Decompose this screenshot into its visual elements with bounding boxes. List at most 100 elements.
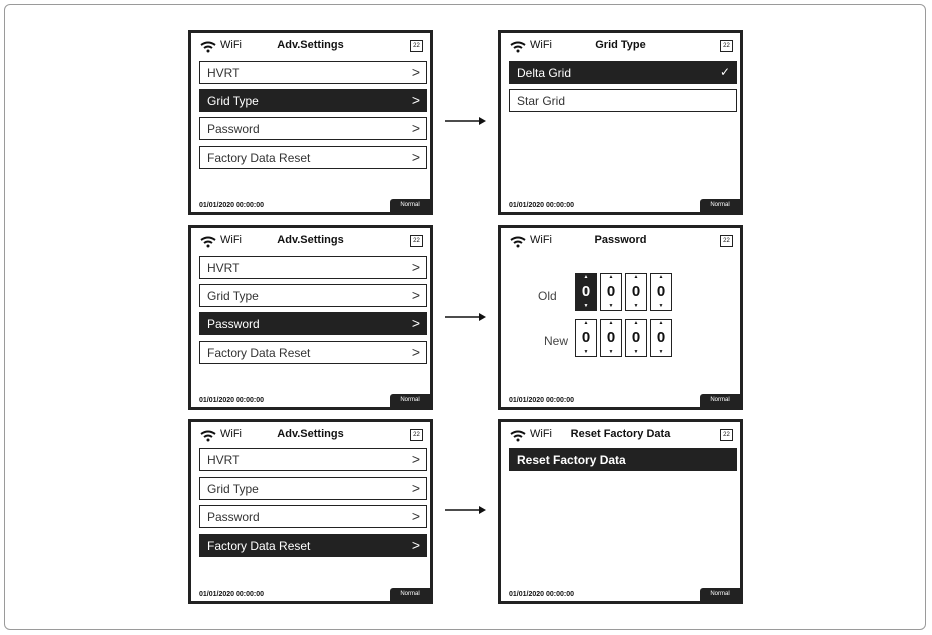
menu-item-password[interactable]: Password > — [199, 117, 427, 140]
menu-item-password[interactable]: Password > — [199, 505, 427, 528]
header: WiFi Grid Type 22 — [501, 33, 740, 61]
chevron-right-icon: > — [411, 315, 420, 331]
menu-item-grid-type[interactable]: Grid Type > — [199, 284, 427, 307]
chevron-right-icon: > — [411, 344, 420, 360]
menu-item-label: Grid Type — [207, 94, 259, 108]
header: WiFi Adv.Settings 22 — [191, 33, 430, 61]
password-screen: WiFi Password 22 Old ▲ 0 ▼ ▲ 0 ▼ ▲ 0 ▼ ▲ 0 ▼ New… — [498, 225, 743, 410]
badge-icon: 22 — [720, 40, 733, 52]
menu-item-label: Password — [207, 122, 260, 136]
old-digit-1[interactable]: ▲ 0 ▼ — [575, 273, 597, 311]
status-badge: Normal — [700, 588, 740, 601]
menu-item-label: HVRT — [207, 453, 240, 467]
menu-item-label: Grid Type — [207, 482, 259, 496]
screen-title: Adv.Settings — [277, 39, 344, 51]
digit-value: 0 — [606, 283, 616, 300]
status-badge: Normal — [700, 199, 740, 212]
menu-item-hvrt[interactable]: HVRT > — [199, 448, 427, 471]
reset-factory-data-screen: WiFi Reset Factory Data 22 Reset Factory… — [498, 419, 743, 604]
chevron-right-icon: > — [411, 64, 420, 80]
old-digit-4[interactable]: ▲ 0 ▼ — [650, 273, 672, 311]
chevron-right-icon: > — [411, 149, 420, 165]
menu-item-label: Password — [207, 510, 260, 524]
date-time: 01/01/2020 00:00:00 — [509, 591, 574, 598]
badge-icon: 22 — [410, 429, 423, 441]
arrow-up-icon: ▲ — [633, 320, 639, 326]
chevron-right-icon: > — [411, 259, 420, 275]
option-star-grid[interactable]: Star Grid — [509, 89, 737, 112]
check-icon: ✓ — [719, 65, 730, 79]
wifi-icon — [200, 236, 216, 248]
arrow-down-icon: ▼ — [583, 303, 589, 309]
menu-item-hvrt[interactable]: HVRT > — [199, 256, 427, 279]
menu-item-label: Factory Data Reset — [207, 151, 311, 165]
badge-icon: 22 — [410, 235, 423, 247]
chevron-right-icon: > — [411, 480, 420, 496]
arrow-up-icon: ▲ — [608, 320, 614, 326]
new-password-label: New — [544, 334, 569, 348]
option-label: Star Grid — [517, 94, 566, 108]
old-digit-2[interactable]: ▲ 0 ▼ — [600, 273, 622, 311]
arrow-down-icon: ▼ — [658, 303, 664, 309]
arrow-right-icon — [445, 313, 486, 321]
menu-item-factory-data-reset[interactable]: Factory Data Reset > — [199, 534, 427, 557]
arrow-up-icon: ▲ — [658, 320, 664, 326]
arrow-right-icon — [445, 506, 486, 514]
option-label: Delta Grid — [517, 66, 572, 80]
status-badge: Normal — [390, 199, 430, 212]
date-time: 01/01/2020 00:00:00 — [199, 591, 264, 598]
menu-item-password[interactable]: Password > — [199, 312, 427, 335]
chevron-right-icon: > — [411, 537, 420, 553]
status-badge: Normal — [390, 588, 430, 601]
grid-type-screen: WiFi Grid Type 22 Delta Grid ✓ Star Grid … — [498, 30, 743, 215]
arrow-down-icon: ▼ — [658, 349, 664, 355]
old-digit-3[interactable]: ▲ 0 ▼ — [625, 273, 647, 311]
digit-value: 0 — [581, 329, 591, 346]
footer: 01/01/2020 00:00:00 Normal — [501, 391, 740, 407]
date-time: 01/01/2020 00:00:00 — [199, 397, 264, 404]
wifi-icon — [510, 236, 526, 248]
wifi-icon — [200, 430, 216, 442]
wifi-icon — [200, 41, 216, 53]
new-digit-2[interactable]: ▲ 0 ▼ — [600, 319, 622, 357]
header: WiFi Reset Factory Data 22 — [501, 422, 740, 450]
menu-item-factory-data-reset[interactable]: Factory Data Reset > — [199, 341, 427, 364]
arrow-up-icon: ▲ — [658, 274, 664, 280]
menu-item-hvrt[interactable]: HVRT > — [199, 61, 427, 84]
new-digit-1[interactable]: ▲ 0 ▼ — [575, 319, 597, 357]
date-time: 01/01/2020 00:00:00 — [199, 202, 264, 209]
chevron-right-icon: > — [411, 508, 420, 524]
arrow-up-icon: ▲ — [583, 320, 589, 326]
header: WiFi Adv.Settings 22 — [191, 228, 430, 256]
arrow-down-icon: ▼ — [633, 349, 639, 355]
digit-value: 0 — [656, 329, 666, 346]
badge-icon: 22 — [720, 235, 733, 247]
new-digit-4[interactable]: ▲ 0 ▼ — [650, 319, 672, 357]
arrow-down-icon: ▼ — [608, 303, 614, 309]
wifi-icon — [510, 41, 526, 53]
menu-item-label: HVRT — [207, 261, 240, 275]
digit-value: 0 — [581, 283, 591, 300]
status-badge: Normal — [700, 394, 740, 407]
screen-title: Password — [594, 234, 647, 246]
option-delta-grid[interactable]: Delta Grid ✓ — [509, 61, 737, 84]
menu-item-label: Grid Type — [207, 289, 259, 303]
arrow-up-icon: ▲ — [608, 274, 614, 280]
menu-item-label: Factory Data Reset — [207, 346, 311, 360]
menu-item-factory-data-reset[interactable]: Factory Data Reset > — [199, 146, 427, 169]
reset-factory-data-button[interactable]: Reset Factory Data — [509, 448, 737, 471]
date-time: 01/01/2020 00:00:00 — [509, 202, 574, 209]
adv-settings-screen-2: WiFi Adv.Settings 22 HVRT > Grid Type > Pa… — [188, 225, 433, 410]
arrow-up-icon: ▲ — [583, 274, 589, 280]
menu-item-grid-type[interactable]: Grid Type > — [199, 89, 427, 112]
badge-icon: 22 — [720, 429, 733, 441]
menu-item-grid-type[interactable]: Grid Type > — [199, 477, 427, 500]
footer: 01/01/2020 00:00:00 Normal — [191, 391, 430, 407]
footer: 01/01/2020 00:00:00 Normal — [501, 196, 740, 212]
arrow-down-icon: ▼ — [633, 303, 639, 309]
digit-value: 0 — [631, 283, 641, 300]
digit-value: 0 — [656, 283, 666, 300]
new-digit-3[interactable]: ▲ 0 ▼ — [625, 319, 647, 357]
arrow-down-icon: ▼ — [608, 349, 614, 355]
screen-title: Reset Factory Data — [570, 428, 671, 440]
